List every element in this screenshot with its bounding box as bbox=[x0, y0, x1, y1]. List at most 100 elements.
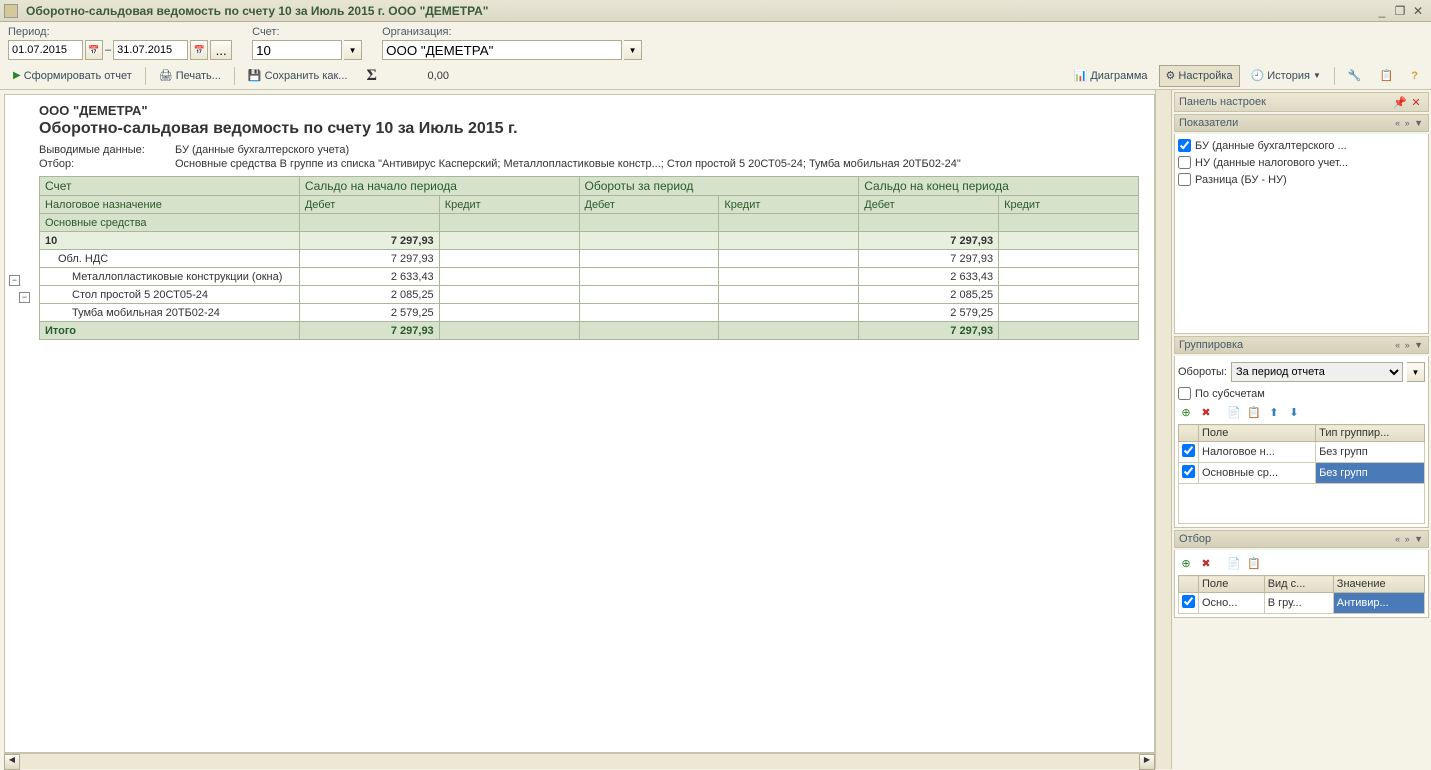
tool-button-1[interactable]: 🔧 bbox=[1341, 65, 1369, 87]
close-button[interactable]: ✕ bbox=[1409, 3, 1427, 19]
help-icon: ? bbox=[1411, 70, 1418, 82]
date-to-input[interactable] bbox=[113, 40, 188, 60]
filter-grid[interactable]: Поле Вид с... Значение Осно...В гру...Ан… bbox=[1178, 575, 1425, 614]
col-debit-2: Дебет bbox=[579, 196, 719, 214]
tree-collapse-lvl1[interactable]: − bbox=[9, 275, 20, 286]
table-row[interactable]: Стол простой 5 20СТ05-242 085,252 085,25 bbox=[40, 286, 1139, 304]
horizontal-scrollbar[interactable]: ◀ ▶ bbox=[4, 753, 1155, 769]
scroll-left-icon[interactable]: ◀ bbox=[4, 754, 20, 770]
play-icon: ▶ bbox=[13, 70, 21, 81]
filter-delete-icon[interactable]: ✖ bbox=[1198, 555, 1214, 571]
grouping-down-icon[interactable]: ⬇ bbox=[1286, 404, 1302, 420]
save-icon: 💾 bbox=[248, 69, 262, 82]
sigma-value: 0,00 bbox=[389, 70, 489, 82]
filter-body: ⊕ ✖ 📄 📋 Поле Вид с... Значение Осно...В … bbox=[1174, 550, 1429, 618]
org-input[interactable] bbox=[382, 40, 622, 60]
report-container: − − ООО "ДЕМЕТРА" Оборотно-сальдовая вед… bbox=[0, 90, 1155, 769]
diagram-button[interactable]: 📊 Диаграмма bbox=[1067, 65, 1155, 87]
report-scroll[interactable]: − − ООО "ДЕМЕТРА" Оборотно-сальдовая вед… bbox=[4, 94, 1155, 753]
window-title-bar: Оборотно-сальдовая ведомость по счету 10… bbox=[0, 0, 1431, 22]
vertical-scrollbar[interactable] bbox=[1155, 90, 1171, 769]
account-dropdown-icon[interactable]: ▼ bbox=[344, 40, 362, 60]
params-bar: Период: 📅 – 📅 ... Счет: ▼ Организация: ▼ bbox=[0, 22, 1431, 62]
col-balance-end: Сальдо на конец периода bbox=[859, 177, 1139, 196]
indicator-checkbox[interactable] bbox=[1178, 173, 1191, 186]
filter-add-icon[interactable]: ⊕ bbox=[1178, 555, 1194, 571]
org-dropdown-icon[interactable]: ▼ bbox=[624, 40, 642, 60]
account-label: Счет: bbox=[252, 26, 362, 38]
report-org-name: ООО "ДЕМЕТРА" bbox=[39, 103, 1144, 118]
by-subaccounts-label: По субсчетам bbox=[1195, 388, 1265, 400]
sigma-icon: Σ bbox=[358, 67, 384, 85]
period-label: Период: bbox=[8, 26, 232, 38]
grouping-row[interactable]: Налоговое н...Без групп bbox=[1179, 442, 1425, 463]
panel-close-icon[interactable]: ✕ bbox=[1408, 94, 1424, 110]
grouping-delete-icon[interactable]: ✖ bbox=[1198, 404, 1214, 420]
indicators-header[interactable]: Показатели « » ▼ bbox=[1174, 114, 1429, 132]
tool-icon-2: 📋 bbox=[1380, 69, 1394, 82]
indicator-checkbox[interactable] bbox=[1178, 139, 1191, 152]
tool-icon: 🔧 bbox=[1348, 69, 1362, 82]
grouping-body: Обороты: За период отчета ▼ По субсчетам… bbox=[1174, 356, 1429, 528]
scroll-right-icon[interactable]: ▶ bbox=[1139, 754, 1155, 770]
by-subaccounts-checkbox[interactable] bbox=[1178, 387, 1191, 400]
table-row[interactable]: Тумба мобильная 20ТБ02-242 579,252 579,2… bbox=[40, 304, 1139, 322]
filter-value: Основные средства В группе из списка "Ан… bbox=[175, 158, 961, 170]
indicator-item[interactable]: НУ (данные налогового учет... bbox=[1178, 154, 1425, 171]
turns-select[interactable]: За период отчета bbox=[1231, 362, 1403, 382]
date-from-input[interactable] bbox=[8, 40, 83, 60]
org-label: Организация: bbox=[382, 26, 642, 38]
indicators-body: БУ (данные бухгалтерского ...НУ (данные … bbox=[1174, 134, 1429, 334]
filter-row[interactable]: Осно...В гру...Антивир... bbox=[1179, 593, 1425, 614]
indicators-nav-icon[interactable]: « » ▼ bbox=[1395, 118, 1424, 128]
indicator-item[interactable]: Разница (БУ - НУ) bbox=[1178, 171, 1425, 188]
grouping-grid[interactable]: Поле Тип группир... Налоговое н...Без гр… bbox=[1178, 424, 1425, 484]
account-input[interactable] bbox=[252, 40, 342, 60]
panel-pin-icon[interactable]: 📌 bbox=[1392, 94, 1408, 110]
maximize-button[interactable]: ❐ bbox=[1391, 3, 1409, 19]
period-picker-button[interactable]: ... bbox=[210, 40, 232, 60]
grouping-nav-icon[interactable]: « » ▼ bbox=[1395, 340, 1424, 350]
filter-nav-icon[interactable]: « » ▼ bbox=[1395, 534, 1424, 544]
date-from-calendar-icon[interactable]: 📅 bbox=[85, 40, 103, 60]
col-debit-3: Дебет bbox=[859, 196, 999, 214]
table-row[interactable]: Обл. НДС7 297,937 297,93 bbox=[40, 250, 1139, 268]
filter-paste-icon[interactable]: 📋 bbox=[1246, 555, 1262, 571]
grouping-copy-icon[interactable]: 📄 bbox=[1226, 404, 1242, 420]
col-credit-2: Кредит bbox=[719, 196, 859, 214]
filter-copy-icon[interactable]: 📄 bbox=[1226, 555, 1242, 571]
grouping-up-icon[interactable]: ⬆ bbox=[1266, 404, 1282, 420]
grouping-add-icon[interactable]: ⊕ bbox=[1178, 404, 1194, 420]
output-data-label: Выводимые данные: bbox=[39, 144, 175, 156]
indicator-item[interactable]: БУ (данные бухгалтерского ... bbox=[1178, 137, 1425, 154]
minimize-button[interactable]: _ bbox=[1373, 3, 1391, 19]
col-assets: Основные средства bbox=[40, 214, 300, 232]
output-data-value: БУ (данные бухгалтерского учета) bbox=[175, 144, 349, 156]
col-turnover: Обороты за период bbox=[579, 177, 859, 196]
window-title: Оборотно-сальдовая ведомость по счету 10… bbox=[22, 4, 1373, 18]
table-row[interactable]: Металлопластиковые конструкции (окна)2 6… bbox=[40, 268, 1139, 286]
col-balance-start: Сальдо на начало периода bbox=[299, 177, 579, 196]
tree-collapse-lvl2[interactable]: − bbox=[19, 292, 30, 303]
help-button[interactable]: ? bbox=[1404, 65, 1425, 87]
chart-icon: 📊 bbox=[1074, 69, 1088, 82]
save-as-button[interactable]: 💾 Сохранить как... bbox=[241, 65, 355, 87]
table-row[interactable]: 107 297,937 297,93 bbox=[40, 232, 1139, 250]
history-button[interactable]: 🕘 История ▼ bbox=[1244, 65, 1328, 87]
grouping-header[interactable]: Группировка « » ▼ bbox=[1174, 336, 1429, 354]
tool-button-2[interactable]: 📋 bbox=[1373, 65, 1401, 87]
grouping-paste-icon[interactable]: 📋 bbox=[1246, 404, 1262, 420]
filter-header[interactable]: Отбор « » ▼ bbox=[1174, 530, 1429, 548]
report-table: Счет Сальдо на начало периода Обороты за… bbox=[39, 176, 1139, 340]
indicator-checkbox[interactable] bbox=[1178, 156, 1191, 169]
form-report-button[interactable]: ▶ Сформировать отчет bbox=[6, 65, 139, 87]
date-to-calendar-icon[interactable]: 📅 bbox=[190, 40, 208, 60]
toolbar: ▶ Сформировать отчет 🖨 Печать... 💾 Сохра… bbox=[0, 62, 1431, 90]
grouping-row[interactable]: Основные ср...Без групп bbox=[1179, 463, 1425, 484]
print-button[interactable]: 🖨 Печать... bbox=[152, 65, 228, 87]
turns-dropdown-icon[interactable]: ▼ bbox=[1407, 362, 1425, 382]
col-tax: Налоговое назначение bbox=[40, 196, 300, 214]
history-icon: 🕘 bbox=[1251, 69, 1265, 82]
total-row: Итого 7 297,93 7 297,93 bbox=[40, 322, 1139, 340]
settings-button[interactable]: ⚙ Настройка bbox=[1159, 65, 1240, 87]
